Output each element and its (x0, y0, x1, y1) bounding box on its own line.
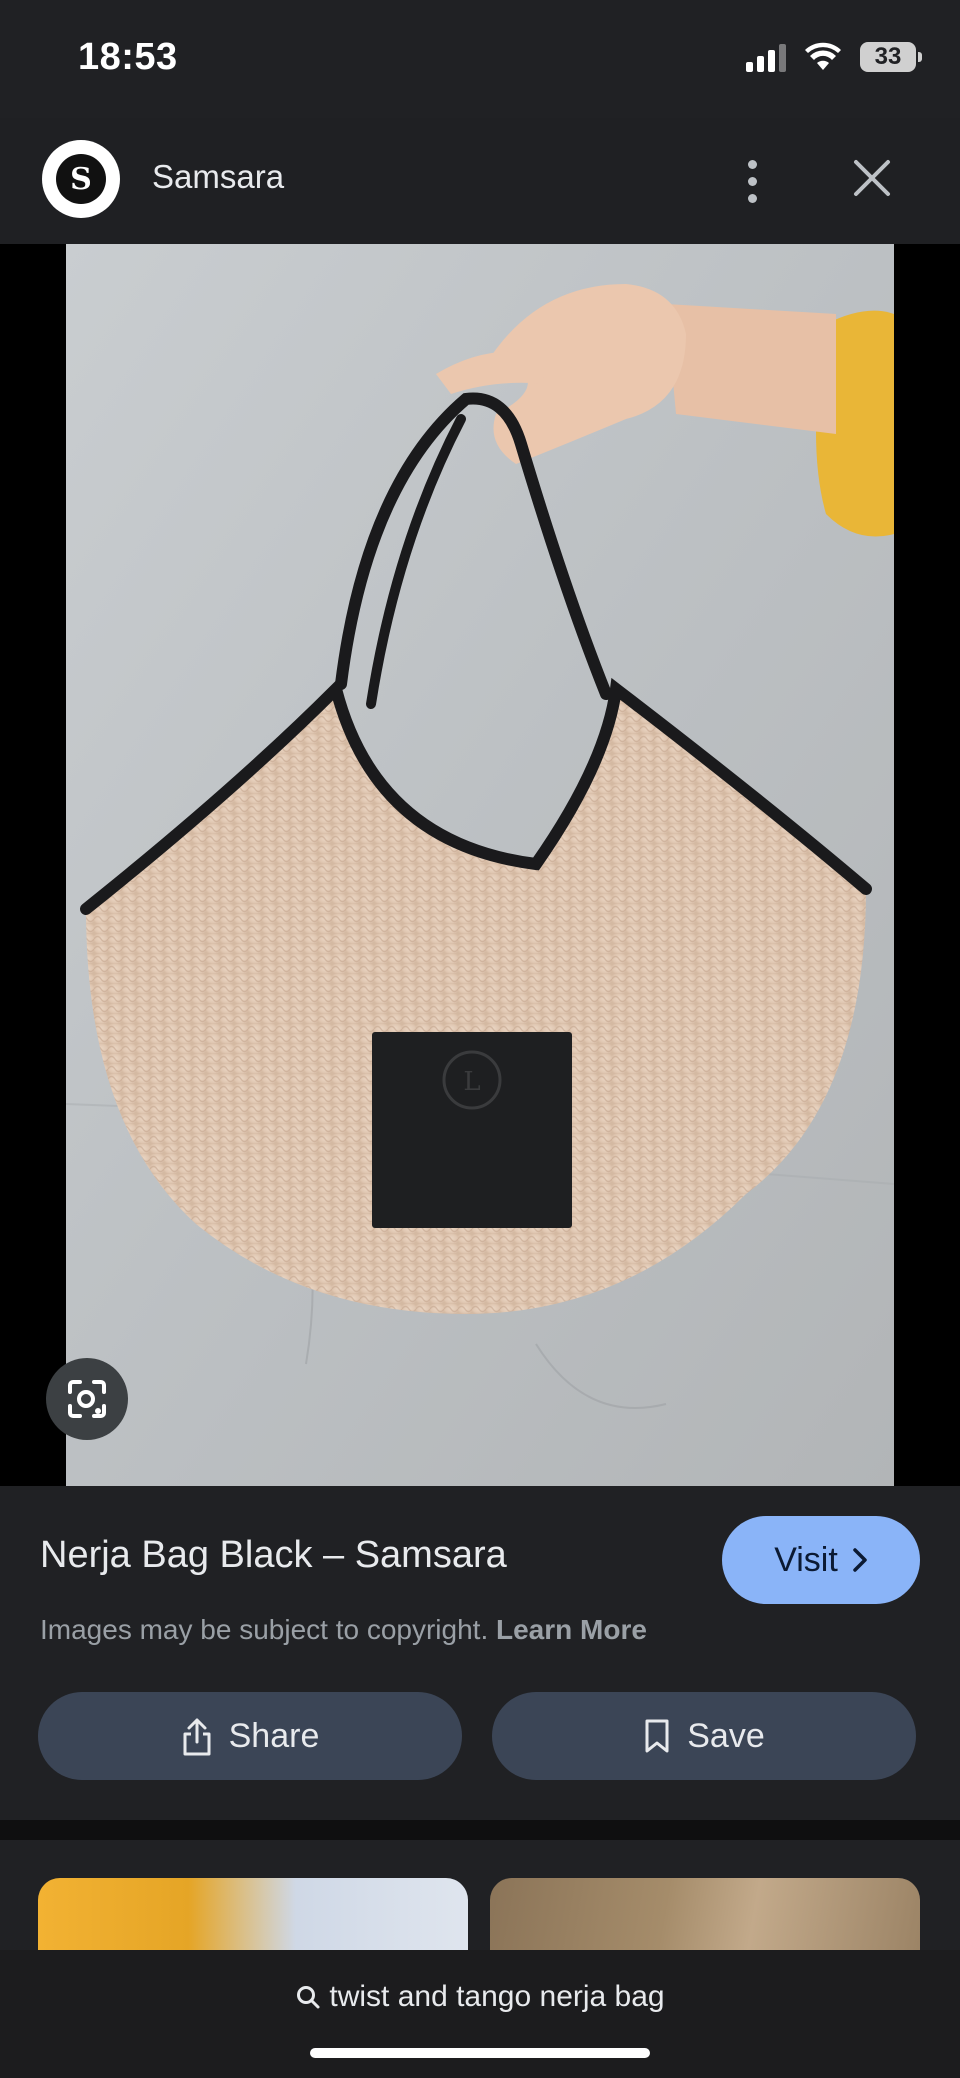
cellular-signal-icon (746, 42, 786, 72)
related-results (0, 1840, 960, 1950)
home-indicator[interactable] (310, 2048, 650, 2058)
visit-button[interactable]: Visit (722, 1516, 920, 1604)
site-name[interactable]: Samsara (152, 158, 284, 196)
visit-label: Visit (774, 1540, 838, 1579)
related-thumbnail[interactable] (38, 1878, 468, 1950)
lens-icon (68, 1380, 106, 1418)
search-query[interactable]: twist and tango nerja bag (0, 1980, 960, 2014)
result-info-panel: Nerja Bag Black – Samsara Visit Images m… (0, 1486, 960, 1820)
site-logo[interactable]: S (42, 140, 120, 218)
image-preview: L (0, 244, 960, 1486)
more-options-button[interactable] (730, 148, 774, 214)
product-photo[interactable]: L (66, 244, 894, 1486)
close-icon[interactable] (848, 154, 896, 202)
site-logo-letter: S (56, 154, 106, 204)
copyright-notice: Images may be subject to copyright. Lear… (40, 1614, 647, 1646)
related-thumbnail[interactable] (490, 1878, 920, 1950)
wifi-icon (805, 42, 841, 70)
section-divider (0, 1820, 960, 1840)
copyright-text: Images may be subject to copyright. (40, 1614, 489, 1645)
search-icon (297, 1986, 320, 2009)
learn-more-link[interactable]: Learn More (496, 1614, 647, 1645)
status-time: 18:53 (78, 36, 178, 78)
search-query-text: twist and tango nerja bag (329, 1980, 665, 2013)
bookmark-icon (645, 1719, 669, 1753)
result-title[interactable]: Nerja Bag Black – Samsara (40, 1534, 507, 1577)
lens-search-button[interactable] (46, 1358, 128, 1440)
result-header: S Samsara (0, 118, 960, 244)
share-label: Share (228, 1716, 320, 1755)
status-icons: 33 (746, 42, 922, 72)
share-button[interactable]: Share (38, 1692, 462, 1780)
bottom-search-bar[interactable]: twist and tango nerja bag (0, 1950, 960, 2078)
save-button[interactable]: Save (492, 1692, 916, 1780)
battery-icon: 33 (860, 42, 922, 72)
save-label: Save (687, 1716, 765, 1755)
chevron-right-icon (853, 1548, 867, 1572)
svg-text:L: L (463, 1067, 480, 1097)
status-bar: 18:53 33 (0, 0, 960, 118)
share-icon (183, 1718, 211, 1756)
